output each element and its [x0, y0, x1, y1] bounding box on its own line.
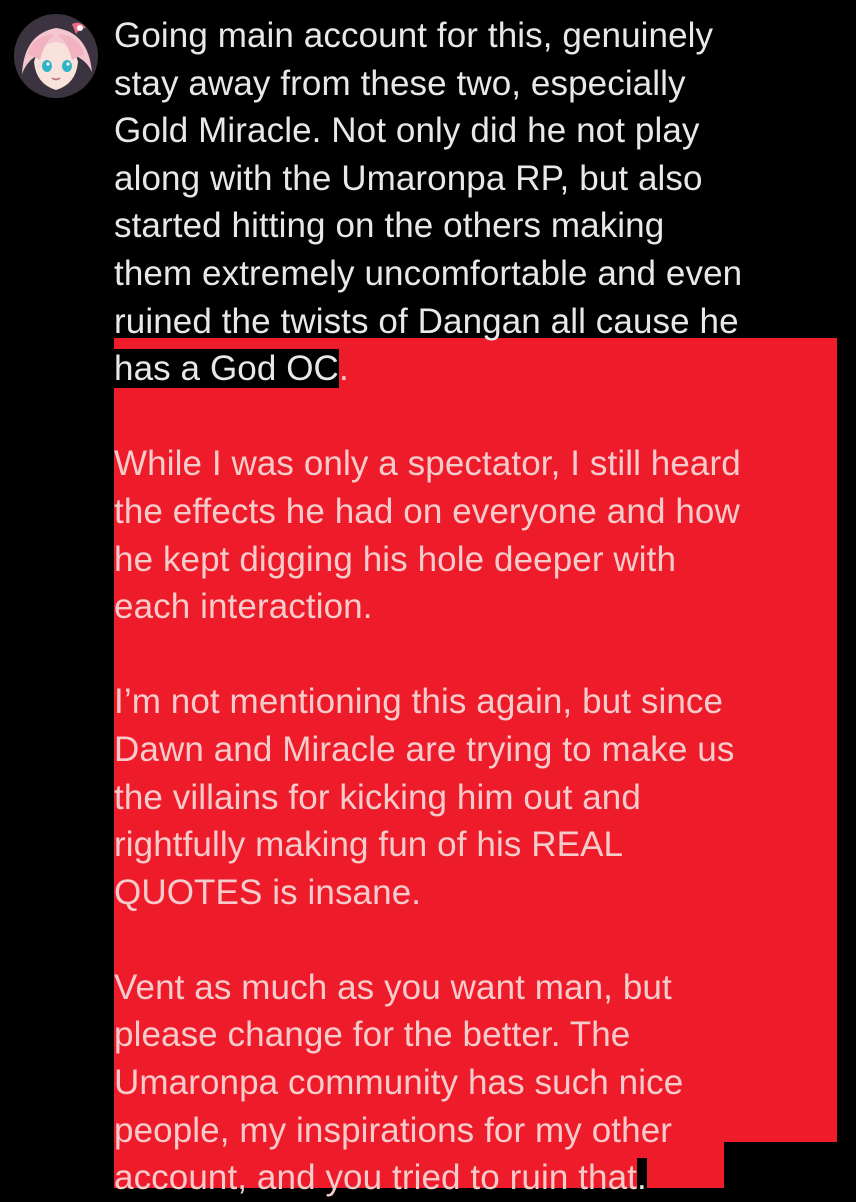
text-line-final: account, and you tried to ruin that.	[114, 1154, 844, 1202]
text-line-highlighted: Dawn and Miracle are trying to make us	[114, 729, 735, 769]
text-line-last-intro: has a God OC.	[114, 345, 844, 393]
text-line: them extremely uncomfortable and even	[114, 253, 743, 293]
text-line: ruined the twists of Dangan all cause he	[114, 301, 739, 341]
text-line-highlighted: I’m not mentioning this again, but since	[114, 682, 724, 722]
text-line-highlighted: QUOTES is insane.	[114, 872, 422, 912]
text-line: Going main account for this, genuinely	[114, 16, 714, 55]
text-line-highlighted: please change for the better. The	[114, 1015, 631, 1055]
text-line-highlighted: rightfully making fun of his REAL	[114, 825, 624, 865]
text-line: started hitting on the others making	[114, 206, 665, 246]
text-line: along with the Umaronpa RP, but also	[114, 158, 703, 198]
text-line-highlighted: people, my inspirations for my other	[114, 1110, 673, 1150]
text-segment-highlighted: .	[338, 349, 349, 389]
text-segment-highlighted: account, and you tried to ruin that	[114, 1158, 637, 1198]
text-segment: .	[637, 1158, 647, 1198]
post-body: Going main account for this, genuinely s…	[114, 12, 844, 1202]
text-line-highlighted: the villains for kicking him out and	[114, 777, 641, 817]
text-line-highlighted: Vent as much as you want man, but	[114, 967, 672, 1007]
text-line: stay away from these two, especially	[114, 63, 686, 103]
text-line: Gold Miracle. Not only did he not play	[114, 111, 700, 151]
text-line-highlighted: he kept digging his hole deeper with	[114, 539, 677, 579]
text-line-highlighted: each interaction.	[114, 587, 373, 627]
text-line-highlighted: While I was only a spectator, I still he…	[114, 444, 741, 484]
text-line-highlighted: Umaronpa community has such nice	[114, 1063, 684, 1103]
text-line-highlighted: the effects he had on everyone and how	[114, 491, 740, 531]
text-segment: has a God OC	[114, 349, 339, 389]
anime-avatar-icon	[14, 14, 98, 98]
avatar[interactable]	[14, 14, 98, 98]
